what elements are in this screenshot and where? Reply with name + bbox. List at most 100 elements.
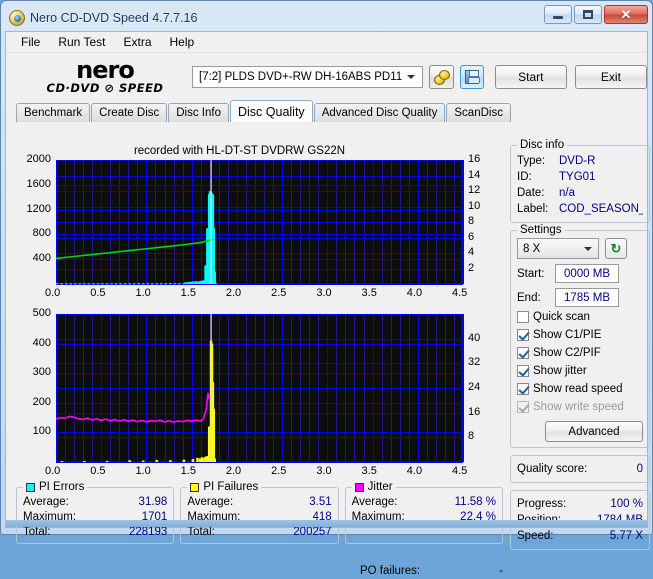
end-field[interactable]: 1785 MB xyxy=(555,288,619,307)
y2-tick-label: 4 xyxy=(468,246,475,258)
tab-advanced-disc-quality[interactable]: Advanced Disc Quality xyxy=(313,103,446,122)
stat-label: Average: xyxy=(187,496,234,508)
menu-file[interactable]: File xyxy=(12,33,49,51)
disc-type-value: DVD-R xyxy=(559,155,596,167)
refresh-button[interactable]: ↻ xyxy=(605,238,627,259)
checkbox-show-read-speed[interactable]: Show read speed xyxy=(517,381,643,397)
stat-value: 228193 xyxy=(128,526,168,538)
x-tick-label: 3.5 xyxy=(361,465,377,477)
disc-label-value: COD_SEASON_1 xyxy=(559,203,643,215)
stat-value: 11.58 % xyxy=(454,496,496,508)
data-bar xyxy=(146,283,150,285)
data-bar xyxy=(169,283,172,285)
checkbox-label: Show C1/PIE xyxy=(533,329,602,341)
data-bar xyxy=(92,283,95,285)
data-bar xyxy=(141,283,145,285)
nero-logo: nero CD·DVD ⊘ SPEED xyxy=(20,58,190,95)
chevron-down-icon xyxy=(584,247,592,251)
tab-benchmark[interactable]: Benchmark xyxy=(16,103,91,122)
x-tick-label: 4.5 xyxy=(452,465,468,477)
stat-row: Average: 3.51 xyxy=(187,495,331,510)
drive-select-value: [7:2] PLDS DVD+-RW DH-16ABS PD11 xyxy=(199,70,403,83)
tab-scandisc[interactable]: ScanDisc xyxy=(446,103,511,122)
menu-run-test[interactable]: Run Test xyxy=(49,33,114,51)
x-tick-label: 2.5 xyxy=(271,465,287,477)
pi-errors-legend-label: PI Errors xyxy=(39,481,85,493)
menu-help[interactable]: Help xyxy=(161,33,204,51)
disc-info-group: Disc info Type: DVD-R ID: TYG01 Date: n/… xyxy=(510,139,650,223)
drive-select[interactable]: [7:2] PLDS DVD+-RW DH-16ABS PD11 xyxy=(192,65,424,88)
x-tick-label: 4.5 xyxy=(452,287,468,299)
x-tick-label: 3.0 xyxy=(316,465,332,477)
start-label: Start: xyxy=(517,267,545,280)
data-bar xyxy=(105,460,109,462)
data-bar xyxy=(60,283,64,285)
maximize-icon xyxy=(583,10,593,19)
start-button[interactable]: Start xyxy=(494,64,567,89)
disc-type-row: Type: DVD-R xyxy=(517,153,643,169)
close-button[interactable]: ✕ xyxy=(604,5,648,24)
start-field[interactable]: 0000 MB xyxy=(555,264,619,283)
y2-tick-label: 24 xyxy=(468,381,481,393)
exit-button[interactable]: Exit xyxy=(574,64,648,89)
tab-disc-info[interactable]: Disc Info xyxy=(168,103,229,122)
checkbox-quick-scan[interactable]: Quick scan xyxy=(517,309,643,325)
pi-failures-jitter-chart[interactable]: 100 200 300 400 500 8 16 24 32 40 0.0 0.5 1.0 1.5 2.0 2… xyxy=(16,307,503,480)
progress-row: Progress: 100 % xyxy=(517,496,643,512)
settings-legend: Settings xyxy=(517,224,565,236)
data-bar xyxy=(60,461,64,463)
x-tick-label: 2.5 xyxy=(271,287,287,299)
maximize-button[interactable] xyxy=(574,5,602,24)
x-tick-label: 4.0 xyxy=(406,287,423,299)
tab-create-disc[interactable]: Create Disc xyxy=(91,103,168,122)
po-failures-label: PO failures: xyxy=(360,565,421,577)
checkbox-show-write-speed: Show write speed xyxy=(517,399,643,415)
disc-speed-button[interactable] xyxy=(429,64,454,89)
speed-select[interactable]: 8 X xyxy=(517,238,599,259)
disc-quality-panel: recorded with HL-DT-ST DVDRW GS22N 400 80… xyxy=(10,139,653,577)
x-tick-label: 0.0 xyxy=(45,287,61,299)
minimize-button[interactable] xyxy=(544,5,572,24)
data-bar xyxy=(187,281,190,284)
data-line xyxy=(55,238,214,260)
data-bar xyxy=(155,459,159,462)
checkbox-icon xyxy=(517,383,529,395)
end-label: End: xyxy=(517,291,541,304)
tab-disc-quality[interactable]: Disc Quality xyxy=(230,100,313,122)
data-bar xyxy=(191,281,195,284)
settings-group: Settings 8 X ↻ Start: 0000 MB End: 1785 … xyxy=(510,224,650,448)
disc-speed-icon xyxy=(433,70,450,85)
y-tick-label: 200 xyxy=(32,395,51,408)
pi-failures-legend: PI Failures xyxy=(187,481,262,493)
y2-tick-label: 32 xyxy=(468,356,481,369)
quality-score-group: Quality score: 0 xyxy=(510,455,650,483)
window-title: Nero CD-DVD Speed 4.7.7.16 xyxy=(30,11,198,25)
data-bar xyxy=(212,408,216,462)
window-controls: ✕ xyxy=(544,5,648,24)
save-button[interactable] xyxy=(459,64,484,89)
menu-extra[interactable]: Extra xyxy=(114,33,160,51)
data-bar xyxy=(141,460,145,462)
data-bar xyxy=(74,283,77,285)
chart-title: recorded with HL-DT-ST DVDRW GS22N xyxy=(133,145,346,157)
stat-label: Average: xyxy=(351,496,398,508)
checkbox-show-c2-pif[interactable]: Show C2/PIF xyxy=(517,345,643,361)
minimize-icon xyxy=(553,16,563,19)
speed-label: Speed: xyxy=(517,530,554,542)
right-panel: Disc info Type: DVD-R ID: TYG01 Date: n/… xyxy=(510,139,650,557)
data-bar xyxy=(69,283,73,285)
data-bar xyxy=(155,283,159,285)
y2-tick-label: 40 xyxy=(468,331,481,344)
advanced-button[interactable]: Advanced xyxy=(545,421,643,442)
pi-errors-chart[interactable]: 400 800 1200 1600 2000 2 4 6 8 10 12 14 16 0.0 0.5 1.0 1… xyxy=(16,153,503,308)
pi-errors-series xyxy=(55,160,217,285)
pi-errors-color-swatch xyxy=(26,482,35,492)
speed-select-value: 8 X xyxy=(523,242,541,255)
jitter-legend-label: Jitter xyxy=(367,481,393,493)
data-bar xyxy=(78,283,82,285)
checkbox-show-c1-pie[interactable]: Show C1/PIE xyxy=(517,327,643,343)
checkbox-show-jitter[interactable]: Show jitter xyxy=(517,363,643,379)
pi-failures-color-swatch xyxy=(190,482,200,492)
chevron-down-icon[interactable] xyxy=(403,70,419,84)
y2-tick-label: 14 xyxy=(468,168,481,181)
